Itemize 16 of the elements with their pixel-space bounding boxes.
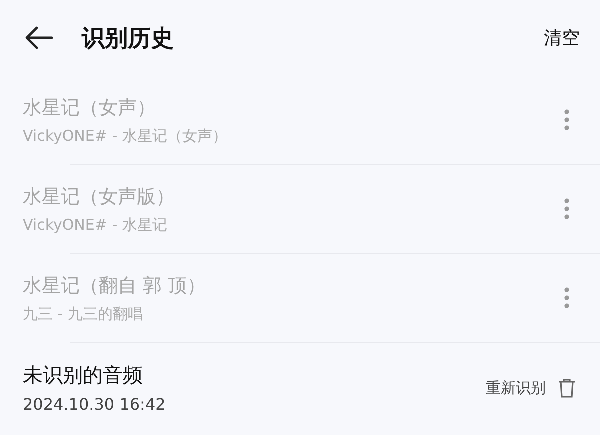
retry-button[interactable]: 重新识别 bbox=[482, 374, 550, 402]
song-artist: VickyONE# - 水星记（女声） bbox=[23, 126, 228, 146]
more-icon[interactable] bbox=[564, 198, 570, 220]
song-artist: VickyONE# - 水星记 bbox=[23, 216, 168, 234]
audio-time: 2024.10.30 16:42 bbox=[23, 395, 167, 414]
page-title: 识别历史 bbox=[82, 24, 174, 54]
clear-button[interactable]: 清空 bbox=[540, 22, 584, 54]
more-icon[interactable] bbox=[564, 287, 570, 309]
delete-icon[interactable] bbox=[558, 378, 576, 398]
audio-title: 未识别的音频 bbox=[23, 362, 144, 389]
song-title: 水星记（女声） bbox=[23, 96, 157, 120]
back-icon[interactable] bbox=[24, 26, 54, 50]
song-title: 水星记（翻自 郭 顶） bbox=[23, 274, 208, 298]
song-artist: 九三 - 九三的翻唱 bbox=[23, 304, 144, 324]
song-title: 水星记（女声版） bbox=[23, 184, 176, 210]
more-icon[interactable] bbox=[564, 109, 570, 131]
